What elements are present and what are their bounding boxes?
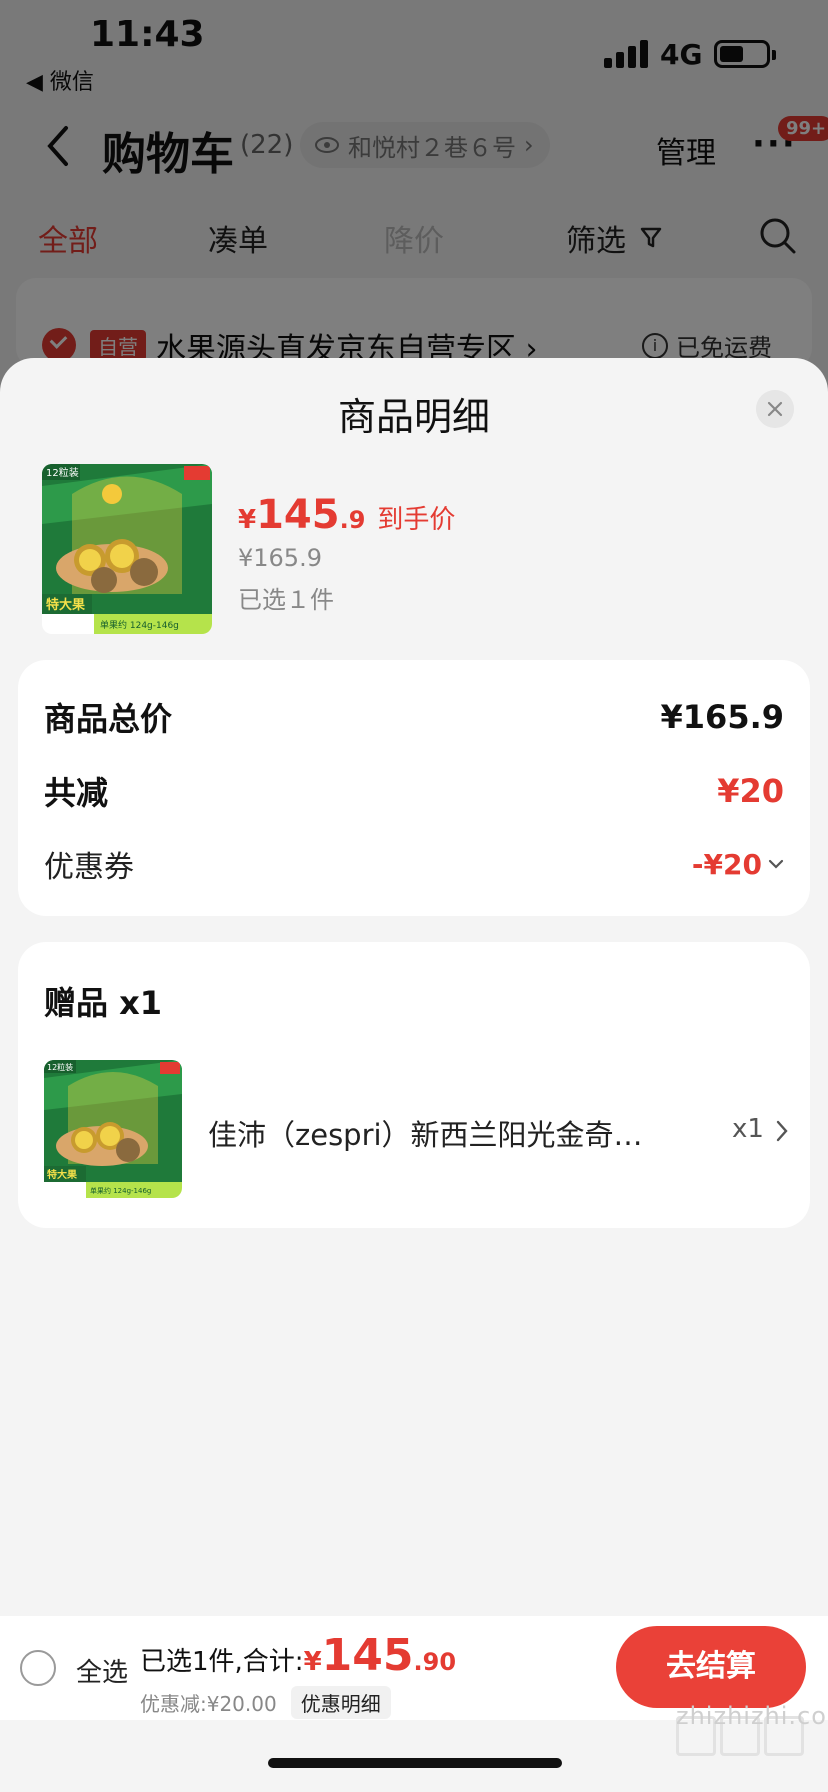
price-symbol: ¥ [238, 505, 257, 535]
kiwi-product-image: 12粒装 特大果 单果约 124g-146g [42, 464, 212, 634]
total-price-label: 商品总价 [44, 700, 173, 738]
close-icon[interactable] [756, 390, 794, 428]
coupon-amount: -¥20 [691, 847, 762, 881]
gift-image-weight-text: 单果约 124g-146g [90, 1186, 151, 1195]
total-integer: 145 [321, 1630, 414, 1681]
gift-quantity: x1 [732, 1114, 764, 1144]
chevron-down-icon [768, 859, 784, 869]
sheet-title: 商品明细 [337, 395, 490, 439]
discount-row: 共减 ¥20 [44, 768, 784, 814]
gift-product-image: 12粒装 特大果 单果约 124g-146g [44, 1060, 182, 1198]
gift-card: 赠品 x1 12粒装 特大果 单果约 124g-146g 佳沛（zespri）新… [18, 942, 810, 1228]
image-corner-text: 特大果 [46, 597, 85, 613]
select-all-radio[interactable] [20, 1650, 56, 1686]
price-integer: 145 [256, 492, 340, 538]
gift-image-corner-text: 特大果 [47, 1168, 78, 1181]
image-badge-text: 12粒装 [46, 466, 79, 479]
total-symbol: ¥ [303, 1647, 322, 1677]
original-price: ¥165.9 [238, 544, 322, 572]
coupon-label: 优惠券 [44, 850, 134, 885]
watermark-text: zhizhizhi.com [676, 1702, 828, 1730]
total-price-value: ¥165.9 [660, 698, 784, 736]
total-line: 已选1件,合计: ¥ 145 .90 [140, 1630, 456, 1681]
chevron-right-icon[interactable] [774, 1118, 790, 1144]
price-tag: 到手价 [377, 505, 456, 535]
total-label: 已选1件,合计: [140, 1647, 304, 1677]
price-decimal: .9 [339, 506, 366, 534]
coupon-value[interactable]: -¥20 [692, 848, 784, 881]
total-decimal: .90 [413, 1648, 457, 1676]
discount-detail-button[interactable]: 优惠明细 [290, 1686, 391, 1719]
gift-title: 赠品 x1 [44, 984, 163, 1022]
product-detail-sheet: 商品明细 12粒装 特大果 单果约 124g-146g ¥ 145 .9 到手价… [0, 358, 828, 1792]
final-price: ¥ 145 .9 到手价 [238, 492, 455, 538]
select-all-label[interactable]: 全选 [76, 1652, 128, 1689]
price-summary-card: 商品总价 ¥165.9 共减 ¥20 优惠券 -¥20 [18, 660, 810, 916]
image-weight-text: 单果约 124g-146g [100, 619, 179, 631]
selected-quantity: 已选１件 [238, 586, 334, 614]
discount-amount: 优惠减:¥20.00 [140, 1692, 277, 1716]
discount-value: ¥20 [717, 772, 784, 810]
coupon-row[interactable]: 优惠券 -¥20 [44, 842, 784, 886]
discount-label: 共减 [44, 774, 109, 812]
gift-name[interactable]: 佳沛（zespri）新西兰阳光金奇… [208, 1112, 643, 1154]
gift-image-badge-text: 12粒装 [47, 1062, 73, 1072]
checkout-button[interactable]: 去结算 [616, 1626, 806, 1708]
home-indicator[interactable] [268, 1758, 562, 1768]
discount-line: 优惠减:¥20.00 优惠明细 [140, 1686, 391, 1719]
total-price-row: 商品总价 ¥165.9 [44, 694, 784, 740]
